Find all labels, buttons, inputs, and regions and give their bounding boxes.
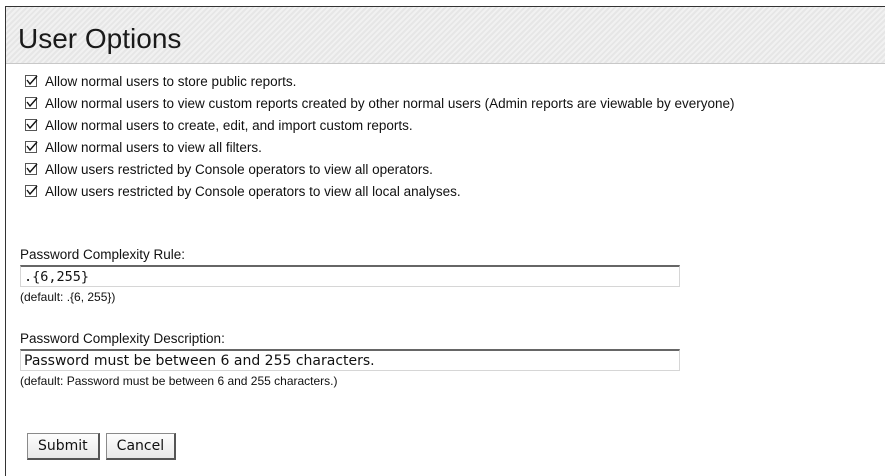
page-title: User Options [18, 23, 182, 54]
checkmark-icon [26, 185, 38, 196]
password-rule-default: (default: .{6, 255}) [20, 290, 116, 304]
option-label: Allow users restricted by Console operat… [45, 161, 433, 177]
checkbox-view-all-filters[interactable] [25, 141, 38, 153]
cancel-button[interactable]: Cancel [105, 433, 177, 460]
option-view-all-filters[interactable]: Allow normal users to view all filters. [25, 136, 735, 158]
password-description-field: Password Complexity Description: (defaul… [20, 331, 680, 388]
option-label: Allow normal users to view custom report… [45, 95, 735, 111]
option-label: Allow users restricted by Console operat… [45, 183, 461, 199]
option-label: Allow normal users to view all filters. [45, 139, 262, 155]
option-label: Allow normal users to store public repor… [45, 73, 297, 89]
option-view-all-local-analyses[interactable]: Allow users restricted by Console operat… [25, 180, 735, 202]
checkbox-view-all-local-analyses[interactable] [25, 185, 38, 197]
checkbox-store-public-reports[interactable] [25, 75, 38, 87]
password-description-default: (default: Password must be between 6 and… [20, 374, 338, 388]
option-label: Allow normal users to create, edit, and … [45, 117, 413, 133]
password-description-input[interactable] [20, 349, 680, 371]
option-store-public-reports[interactable]: Allow normal users to store public repor… [25, 70, 735, 92]
checkmark-icon [26, 97, 38, 108]
form-buttons: Submit Cancel [27, 433, 177, 460]
checkmark-icon [26, 119, 38, 130]
submit-button[interactable]: Submit [27, 433, 100, 460]
checkbox-create-edit-import-reports[interactable] [25, 119, 38, 131]
password-rule-input[interactable] [20, 265, 680, 287]
panel-header: User Options [6, 7, 885, 64]
checkmark-icon [26, 163, 38, 174]
password-description-label: Password Complexity Description: [20, 331, 225, 346]
password-rule-field: Password Complexity Rule: (default: .{6,… [20, 247, 680, 304]
checkmark-icon [26, 75, 38, 86]
checkbox-view-custom-reports[interactable] [25, 97, 38, 109]
option-view-all-operators[interactable]: Allow users restricted by Console operat… [25, 158, 735, 180]
options-list: Allow normal users to store public repor… [25, 70, 735, 202]
option-view-custom-reports[interactable]: Allow normal users to view custom report… [25, 92, 735, 114]
password-rule-label: Password Complexity Rule: [20, 247, 186, 262]
checkmark-icon [26, 141, 38, 152]
checkbox-view-all-operators[interactable] [25, 163, 38, 175]
option-create-edit-import-reports[interactable]: Allow normal users to create, edit, and … [25, 114, 735, 136]
